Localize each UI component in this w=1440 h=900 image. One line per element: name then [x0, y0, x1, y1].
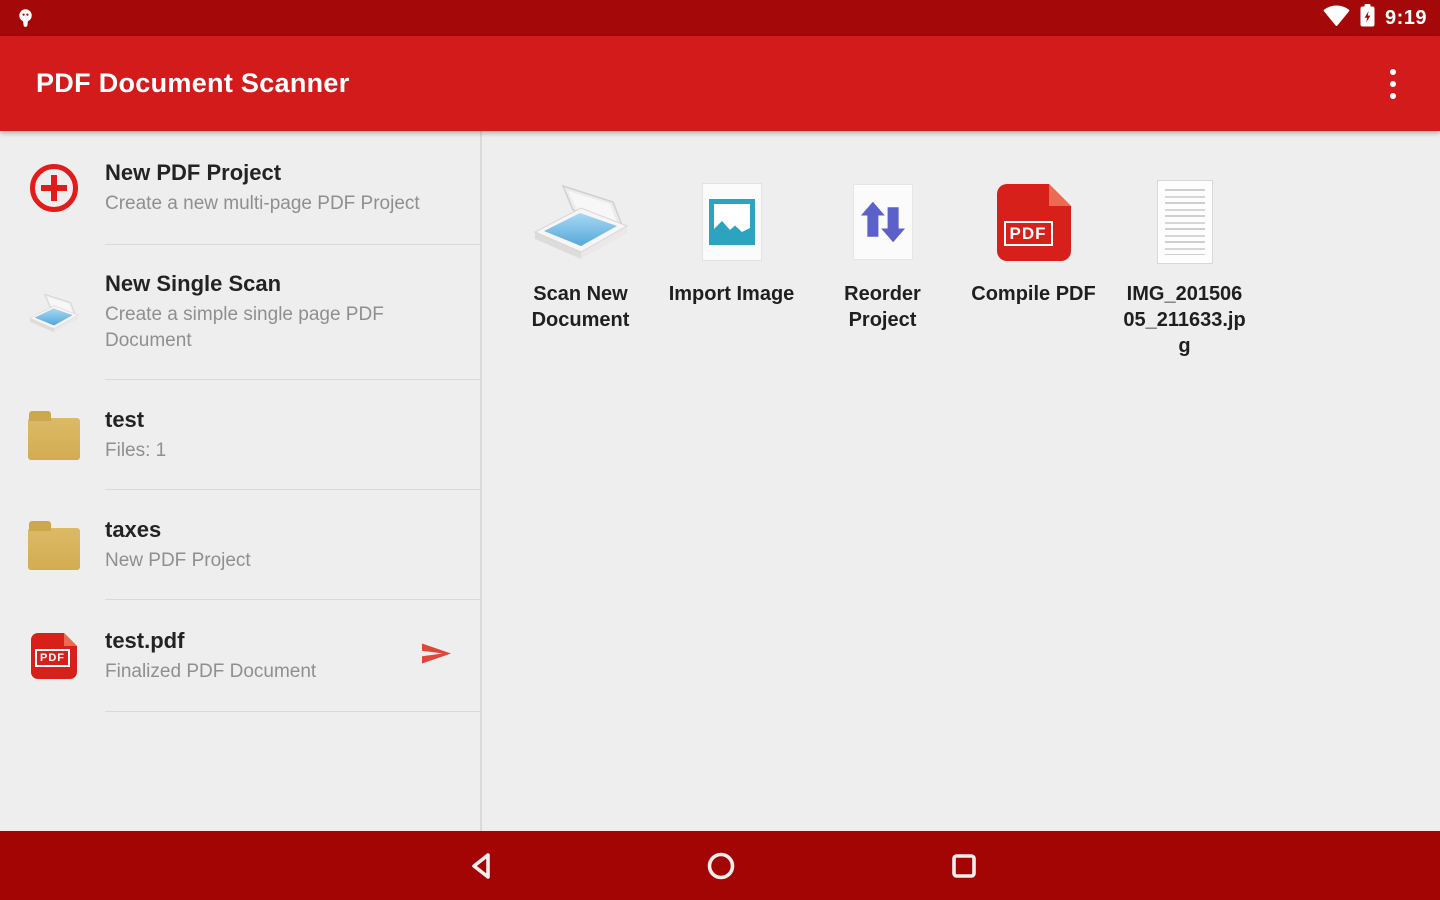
- wifi-icon: [1323, 4, 1350, 32]
- kebab-menu-icon[interactable]: [1384, 61, 1402, 107]
- tile-scan-new-document[interactable]: Scan New Document: [505, 178, 656, 333]
- sidebar-item-test-pdf[interactable]: PDF test.pdf Finalized PDF Document: [0, 600, 481, 712]
- sidebar: New PDF Project Create a new multi-page …: [0, 131, 481, 831]
- list-item-subtitle: Create a simple single page PDF Document: [105, 302, 455, 354]
- list-item-title: New Single Scan: [105, 271, 455, 297]
- tile-compile-pdf[interactable]: PDF Compile PDF: [958, 178, 1109, 307]
- list-item-title: New PDF Project: [105, 160, 420, 186]
- sidebar-item-new-single-scan[interactable]: New Single Scan Create a simple single p…: [0, 245, 481, 380]
- list-item-subtitle: Finalized PDF Document: [105, 659, 316, 685]
- tile-label: Import Image: [669, 281, 795, 307]
- sidebar-item-new-pdf-project[interactable]: New PDF Project Create a new multi-page …: [0, 131, 481, 245]
- sidebar-divider: [480, 131, 482, 831]
- app-bar: PDF Document Scanner: [0, 36, 1440, 131]
- list-item-title: test.pdf: [105, 628, 316, 654]
- pdf-file-icon: PDF: [28, 633, 80, 679]
- list-item-subtitle: Create a new multi-page PDF Project: [105, 191, 420, 217]
- notification-bulb-icon: [18, 8, 33, 29]
- main-grid: Scan New Document Import Image: [481, 131, 1440, 831]
- list-item-title: taxes: [105, 517, 251, 543]
- content-area: New PDF Project Create a new multi-page …: [0, 131, 1440, 831]
- sidebar-item-folder-taxes[interactable]: taxes New PDF Project: [0, 490, 481, 600]
- android-nav-bar: [0, 831, 1440, 900]
- list-item-subtitle: New PDF Project: [105, 548, 251, 574]
- recents-button[interactable]: [948, 850, 980, 882]
- status-bar-clock: 9:19: [1385, 7, 1427, 30]
- tile-label: Reorder Project: [820, 281, 946, 333]
- folder-icon: [28, 520, 80, 570]
- tile-label: IMG_20150605_211633.jpg: [1122, 281, 1248, 359]
- page-title: PDF Document Scanner: [36, 68, 350, 99]
- scanner-icon: [28, 289, 80, 337]
- add-circle-icon: [28, 164, 80, 212]
- tile-reorder-project[interactable]: Reorder Project: [807, 178, 958, 333]
- folder-icon: [28, 410, 80, 460]
- battery-charging-icon: [1359, 3, 1376, 33]
- document-thumbnail: [1157, 178, 1213, 266]
- list-item-subtitle: Files: 1: [105, 438, 166, 464]
- send-icon[interactable]: [419, 642, 453, 671]
- tile-label: Scan New Document: [518, 281, 644, 333]
- status-bar: 9:19: [0, 0, 1440, 36]
- tile-image-file[interactable]: IMG_20150605_211633.jpg: [1109, 178, 1260, 359]
- back-button[interactable]: [466, 850, 498, 882]
- compile-pdf-icon: PDF: [997, 178, 1071, 266]
- status-bar-right: 9:19: [1323, 3, 1427, 33]
- scanner-icon: [531, 178, 631, 266]
- import-image-icon: [702, 178, 762, 266]
- home-button[interactable]: [705, 850, 737, 882]
- list-item-title: test: [105, 407, 166, 433]
- pdf-document-scanner-app: 9:19 PDF Document Scanner New PDF Projec…: [0, 0, 1440, 900]
- reorder-arrows-icon: [853, 178, 913, 266]
- sidebar-item-folder-test[interactable]: test Files: 1: [0, 380, 481, 490]
- tile-label: Compile PDF: [971, 281, 1095, 307]
- tile-import-image[interactable]: Import Image: [656, 178, 807, 307]
